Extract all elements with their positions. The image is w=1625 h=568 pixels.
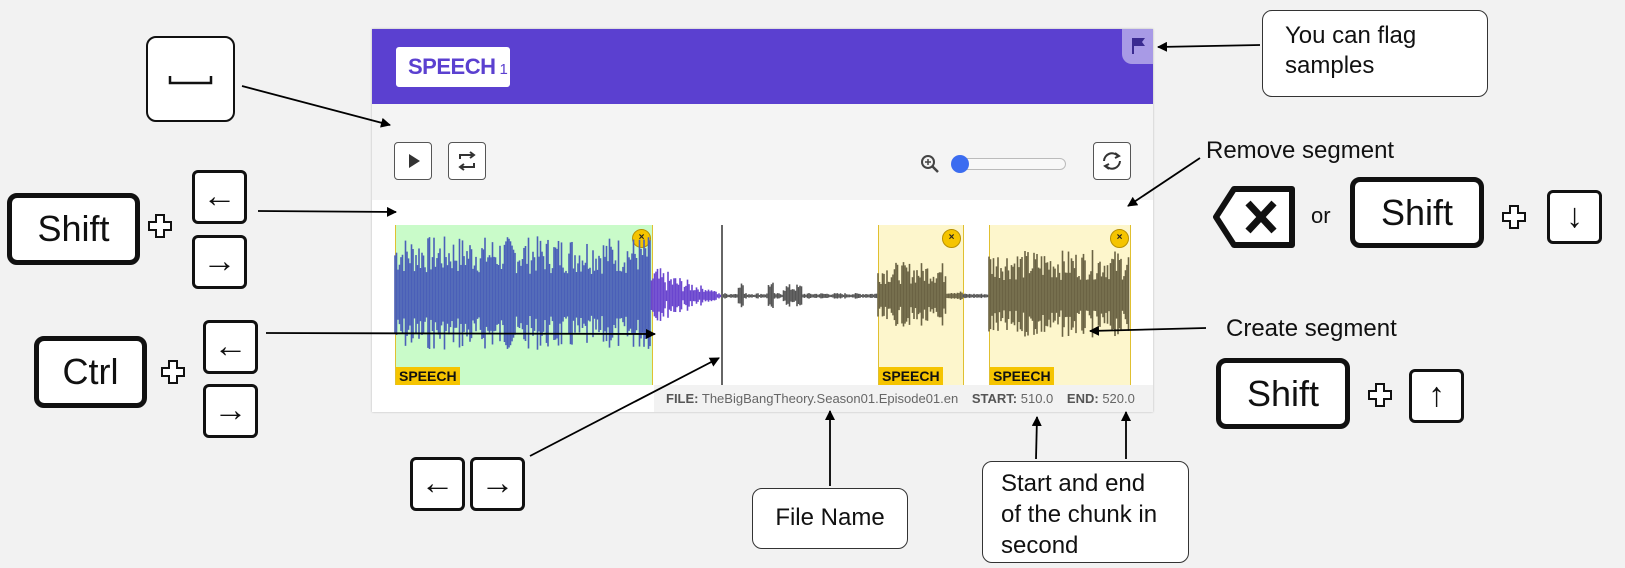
ctrl-key-label: Ctrl	[62, 351, 119, 392]
file-name-value: TheBigBangTheory.Season01.Episode01.en	[701, 391, 959, 406]
flag-callout: You can flag samples	[1262, 10, 1488, 97]
arrow-to-start	[1031, 416, 1042, 460]
right-arrow-key: →	[203, 384, 258, 438]
chunk-info-bar: FILE: TheBigBangTheory.Season01.Episode0…	[654, 385, 1153, 412]
plus-outline-icon	[148, 214, 172, 238]
speech-segment[interactable]: × SPEECH	[878, 225, 964, 385]
playhead-cursor[interactable]	[721, 225, 723, 385]
shift-key-label: Shift	[1246, 373, 1320, 414]
right-arrow-key: →	[192, 235, 247, 289]
start-value: 510.0	[1020, 391, 1054, 406]
refresh-button[interactable]	[1093, 142, 1131, 180]
start-key: START:	[971, 391, 1018, 406]
loop-button[interactable]	[448, 142, 486, 180]
zoom-slider[interactable]	[951, 155, 1066, 173]
file-name-callout: File Name	[752, 488, 908, 549]
space-bar-icon	[168, 76, 213, 85]
create-segment-caption: Create segment	[1226, 315, 1397, 342]
segment-label: SPEECH	[879, 367, 943, 385]
left-arrow-key: ←	[203, 320, 258, 374]
end-value: 520.0	[1102, 391, 1135, 406]
label-badge[interactable]: SPEECH 1	[396, 47, 510, 87]
zoom-in-icon	[921, 155, 939, 173]
label-badge-text: SPEECH	[408, 54, 496, 79]
ctrl-key: Ctrl	[34, 336, 147, 408]
shift-key-label: Shift	[37, 208, 110, 249]
right-arrow-key: →	[470, 457, 525, 511]
flag-callout-line: samples	[1285, 52, 1375, 79]
chunk-time-callout: Start and end of the chunk in second	[982, 461, 1189, 563]
remove-segment-button[interactable]: ×	[942, 229, 961, 248]
backspace-icon	[1213, 186, 1295, 248]
shift-key-label: Shift	[1380, 192, 1454, 233]
down-arrow-key: ↓	[1547, 190, 1602, 244]
toolbar	[372, 104, 1153, 200]
plus-outline-icon	[1502, 205, 1526, 229]
card-header: SPEECH 1	[372, 29, 1153, 104]
plus-outline-icon	[1368, 383, 1392, 407]
speech-segment[interactable]: × SPEECH	[395, 225, 653, 385]
arrow-space-to-play	[241, 85, 391, 128]
arrow-to-flag	[1157, 41, 1261, 52]
left-arrow-key: ←	[410, 457, 465, 511]
or-text: or	[1311, 203, 1331, 228]
file-key: FILE:	[666, 391, 699, 406]
flag-button[interactable]	[1122, 29, 1153, 64]
speech-segment[interactable]: × SPEECH	[989, 225, 1131, 385]
remove-segment-button[interactable]: ×	[1110, 229, 1129, 248]
loop-icon	[458, 151, 476, 171]
zoom-slider-thumb[interactable]	[951, 155, 969, 173]
annotation-card: SPEECH 1 × SPEECH × SPEECH × SPEECH FILE…	[372, 29, 1153, 412]
segment-label: SPEECH	[990, 367, 1054, 385]
remove-segment-button[interactable]: ×	[632, 229, 651, 248]
refresh-icon	[1103, 152, 1121, 170]
chunk-time-line: of the chunk in	[1001, 501, 1158, 528]
left-arrow-key: ←	[192, 170, 247, 224]
flag-icon	[1132, 38, 1145, 54]
chunk-time-line: Start and end	[1001, 470, 1146, 497]
waveform-area[interactable]: × SPEECH × SPEECH × SPEECH	[372, 200, 1153, 400]
play-icon	[409, 154, 420, 168]
shift-key: Shift	[7, 193, 140, 265]
label-badge-count: 1	[499, 61, 508, 78]
chunk-time-line: second	[1001, 532, 1079, 559]
flag-callout-line: You can flag	[1285, 22, 1417, 49]
shift-key: Shift	[1216, 358, 1350, 429]
play-button[interactable]	[394, 142, 432, 180]
segment-label: SPEECH	[396, 367, 460, 385]
up-arrow-key: ↑	[1409, 369, 1464, 423]
end-key: END:	[1066, 391, 1099, 406]
remove-segment-caption: Remove segment	[1206, 137, 1395, 164]
space-key	[146, 36, 235, 122]
shift-key: Shift	[1350, 177, 1484, 248]
plus-outline-icon	[161, 360, 185, 384]
